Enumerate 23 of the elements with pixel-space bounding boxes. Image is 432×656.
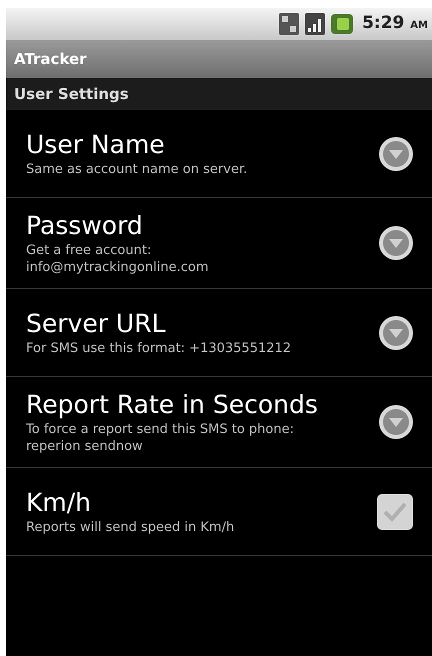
am-pm-label: AM bbox=[410, 20, 428, 32]
setting-row[interactable]: Server URL For SMS use this format: +13035551212 bbox=[6, 289, 432, 377]
setting-title: Password bbox=[26, 210, 144, 242]
setting-title: Km/h bbox=[26, 487, 92, 519]
setting-summary: Same as account name on server. bbox=[26, 161, 248, 178]
setting-row[interactable]: User Name Same as account name on server. bbox=[6, 110, 432, 198]
setting-row[interactable]: Report Rate in Seconds To force a report send this SMS to phone: reperion sendnow bbox=[6, 377, 432, 468]
battery-icon bbox=[330, 13, 354, 35]
setting-row[interactable]: Password Get a free account: info@mytrackingonline.com bbox=[6, 198, 432, 289]
setting-summary: Get a free account: info@mytrackingonline.com bbox=[26, 242, 210, 276]
setting-summary: Reports will send speed in Km/h bbox=[26, 519, 236, 536]
section-header: User Settings bbox=[14, 84, 129, 105]
signal-icon bbox=[304, 12, 326, 36]
checkbox[interactable] bbox=[376, 492, 414, 530]
setting-title: User Name bbox=[26, 129, 166, 161]
setting-title: Server URL bbox=[26, 308, 167, 340]
setting-summary: To force a report send this SMS to phone: reperion sendnow bbox=[26, 421, 295, 455]
setting-summary: For SMS use this format: +13035551212 bbox=[26, 340, 292, 357]
app-title: ATracker bbox=[14, 48, 87, 70]
clock-time: 5:29 AM bbox=[362, 12, 428, 36]
setting-title: Report Rate in Seconds bbox=[26, 389, 319, 421]
data-network-icon bbox=[278, 12, 300, 36]
setting-row[interactable]: Km/h Reports will send speed in Km/h bbox=[6, 468, 432, 556]
